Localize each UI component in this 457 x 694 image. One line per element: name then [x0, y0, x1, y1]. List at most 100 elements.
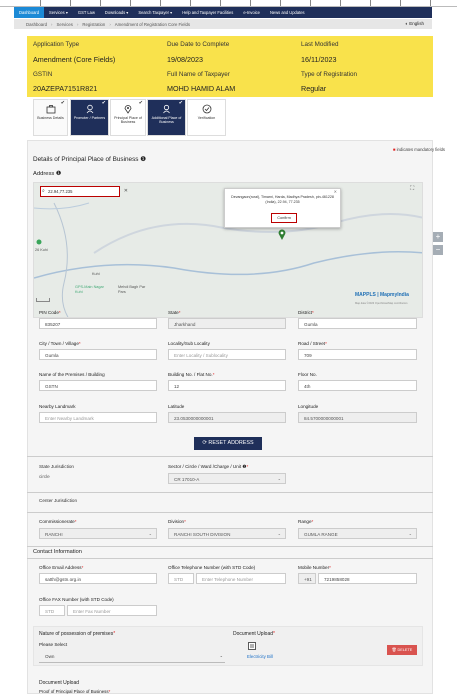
building-label: Building No. / Flat No.* — [168, 372, 215, 377]
email-label-text: Office Email Address — [39, 565, 82, 570]
telephone-std-input[interactable]: STD — [168, 573, 194, 584]
chevron-down-icon: ⌄ — [277, 476, 281, 481]
possession-select[interactable]: Own ⌄ — [39, 653, 225, 663]
map-attribution: Map data ©2023 OpenStreetMap contributor… — [355, 302, 408, 305]
sector-select-value: CR 17010-A — [174, 477, 200, 482]
registration-type-label: Type of Registration — [301, 71, 358, 78]
document-icon — [248, 642, 256, 650]
division-label: Division* — [168, 519, 186, 524]
range-label: Range* — [298, 519, 314, 524]
district-input[interactable]: Gumla — [298, 318, 417, 329]
document-upload-label: Document Upload* — [233, 631, 275, 637]
road-input[interactable]: 709 — [298, 349, 417, 360]
division-select[interactable]: RANCHI SOUTH DIVISION ⌄ — [168, 528, 286, 539]
zoom-in-button[interactable]: + — [433, 232, 443, 242]
application-info-panel: Application Type Amendment (Core Fields)… — [27, 36, 433, 97]
mobile-label-text: Mobile Number — [298, 565, 330, 570]
map-label-2: Kuhi — [92, 272, 100, 276]
tab-verification[interactable]: Verification — [187, 99, 226, 136]
location-icon — [124, 105, 132, 114]
briefcase-icon — [46, 105, 55, 114]
nav-gst-law[interactable]: GST Law — [73, 7, 100, 18]
reset-address-button[interactable]: ⟳ RESET ADDRESS — [194, 437, 262, 450]
city-input[interactable]: Gumla — [39, 349, 157, 360]
possession-label-text: Nature of possession of premises — [39, 631, 114, 637]
chevron-down-icon: ⌄ — [148, 531, 152, 536]
breadcrumb-services[interactable]: Services — [56, 22, 72, 27]
mobile-input[interactable]: 7219858028 — [318, 573, 417, 584]
breadcrumb: Dashboard › Services › Registration › Amend… — [14, 19, 432, 29]
proof-document-label: Proof of Principal Place of Business* — [39, 689, 111, 694]
commissionerate-select[interactable]: RANCHI ⌄ — [39, 528, 157, 539]
range-select[interactable]: GUMLA RANGE ⌄ — [298, 528, 417, 539]
premises-input[interactable]: GSTN — [39, 380, 157, 391]
nav-services[interactable]: Services ▾ — [44, 7, 73, 18]
map-scale-bar — [36, 298, 50, 302]
nav-help[interactable]: Help and Taxpayer Facilities — [177, 7, 238, 18]
building-input[interactable]: 12 — [168, 380, 286, 391]
fullscreen-icon[interactable]: ⛶ — [410, 186, 414, 193]
pin-code-input[interactable]: 835207 — [39, 318, 157, 329]
confirm-location-button[interactable]: Confirm — [271, 213, 297, 223]
commissionerate-label: Commissionerate* — [39, 519, 77, 524]
nav-downloads[interactable]: Downloads ▾ — [100, 7, 133, 18]
map-search-value: 22.94,77.235 — [48, 189, 73, 194]
check-icon: ✔ — [101, 100, 106, 106]
divider — [27, 512, 433, 513]
last-modified-label: Last Modified — [301, 41, 339, 48]
locality-input[interactable]: Enter Locality / Sublocality — [168, 349, 286, 360]
last-modified-value: 16/11/2023 — [301, 55, 337, 64]
close-popup-icon[interactable]: ✕ — [334, 189, 337, 195]
zoom-out-button[interactable]: − — [433, 245, 443, 255]
top-nav: Dashboard Services ▾ GST Law Downloads ▾… — [14, 7, 432, 18]
state-label: State* — [168, 310, 181, 315]
landmark-label: Nearby Landmark — [39, 404, 76, 409]
nav-dashboard[interactable]: Dashboard — [14, 7, 45, 18]
state-jurisdiction-label: State Jurisdiction — [39, 464, 74, 469]
mobile-country-code: +91 — [298, 573, 316, 584]
landmark-input[interactable]: Enter Nearby Landmark — [39, 412, 157, 423]
telephone-input[interactable]: Enter Telephone Number — [196, 573, 286, 584]
breadcrumb-dashboard[interactable]: Dashboard — [26, 22, 47, 27]
nav-news[interactable]: News and Updates — [265, 7, 310, 18]
tab-principal-place[interactable]: Principal Place of Business ✔ — [110, 99, 146, 136]
email-input[interactable]: satth@gstn.org.in — [39, 573, 157, 584]
map-location-popup: ✕ Devangaon(rural), Timarni, Harda, Madh… — [224, 188, 341, 228]
due-date-label: Due Date to Complete — [167, 41, 230, 48]
language-selector[interactable]: ◐ English — [405, 21, 424, 26]
tab-business-details[interactable]: Business Details ✔ — [33, 99, 68, 136]
tab-label: Principal Place of Business — [114, 116, 142, 125]
locality-label: Locality/Sub Locality — [168, 341, 210, 346]
center-jurisdiction-title: Center Jurisdiction — [39, 498, 78, 503]
registration-type-value: Regular — [301, 84, 327, 93]
district-label: District* — [298, 310, 314, 315]
commissionerate-value: RANCHI — [45, 532, 63, 537]
person-icon — [86, 104, 93, 114]
division-label-text: Division — [168, 519, 185, 524]
nav-search-taxpayer[interactable]: Search Taxpayer ▾ — [133, 7, 177, 18]
tab-label: Verification — [197, 116, 216, 120]
registration-tabs: Business Details ✔ Promoter / Partners ✔… — [27, 98, 433, 138]
floor-input[interactable]: 4th — [298, 380, 417, 391]
fax-std-input[interactable]: STD — [39, 605, 65, 616]
nav-einvoice[interactable]: e-Invoice — [238, 7, 265, 18]
tab-promoter-partners[interactable]: Promoter / Partners ✔ — [70, 99, 109, 136]
search-icon: ⌕ — [42, 188, 45, 194]
tab-label: Promoter / Partners — [73, 116, 106, 120]
delete-document-button[interactable]: 🗑 DELETE — [387, 645, 417, 655]
tab-additional-place[interactable]: Additional Place of Business ✔ — [147, 99, 186, 136]
map-brand-logo: MAPPLS | MapmyIndia — [355, 292, 409, 298]
clear-search-icon[interactable]: ✕ — [124, 188, 128, 194]
road-label: Road / Street* — [298, 341, 327, 346]
electricity-bill-link[interactable]: Electricity Bill — [247, 654, 273, 659]
district-label-text: District — [298, 310, 313, 315]
city-label-text: City / Town / Village — [39, 341, 79, 346]
sector-select[interactable]: CR 17010-A ⌄ — [168, 473, 286, 484]
possession-label: Nature of possession of premises* — [39, 631, 116, 637]
breadcrumb-registration[interactable]: Registration — [82, 22, 105, 27]
fax-input[interactable]: Enter Fax Number — [67, 605, 157, 616]
map-search-input[interactable]: ⌕ 22.94,77.235 ✕ — [40, 186, 128, 197]
taxpayer-name-value: MOHD HAMID ALAM — [167, 84, 236, 93]
map-label-1: 26 Kuhi — [35, 248, 48, 252]
latitude-label: Latitude — [168, 404, 185, 409]
